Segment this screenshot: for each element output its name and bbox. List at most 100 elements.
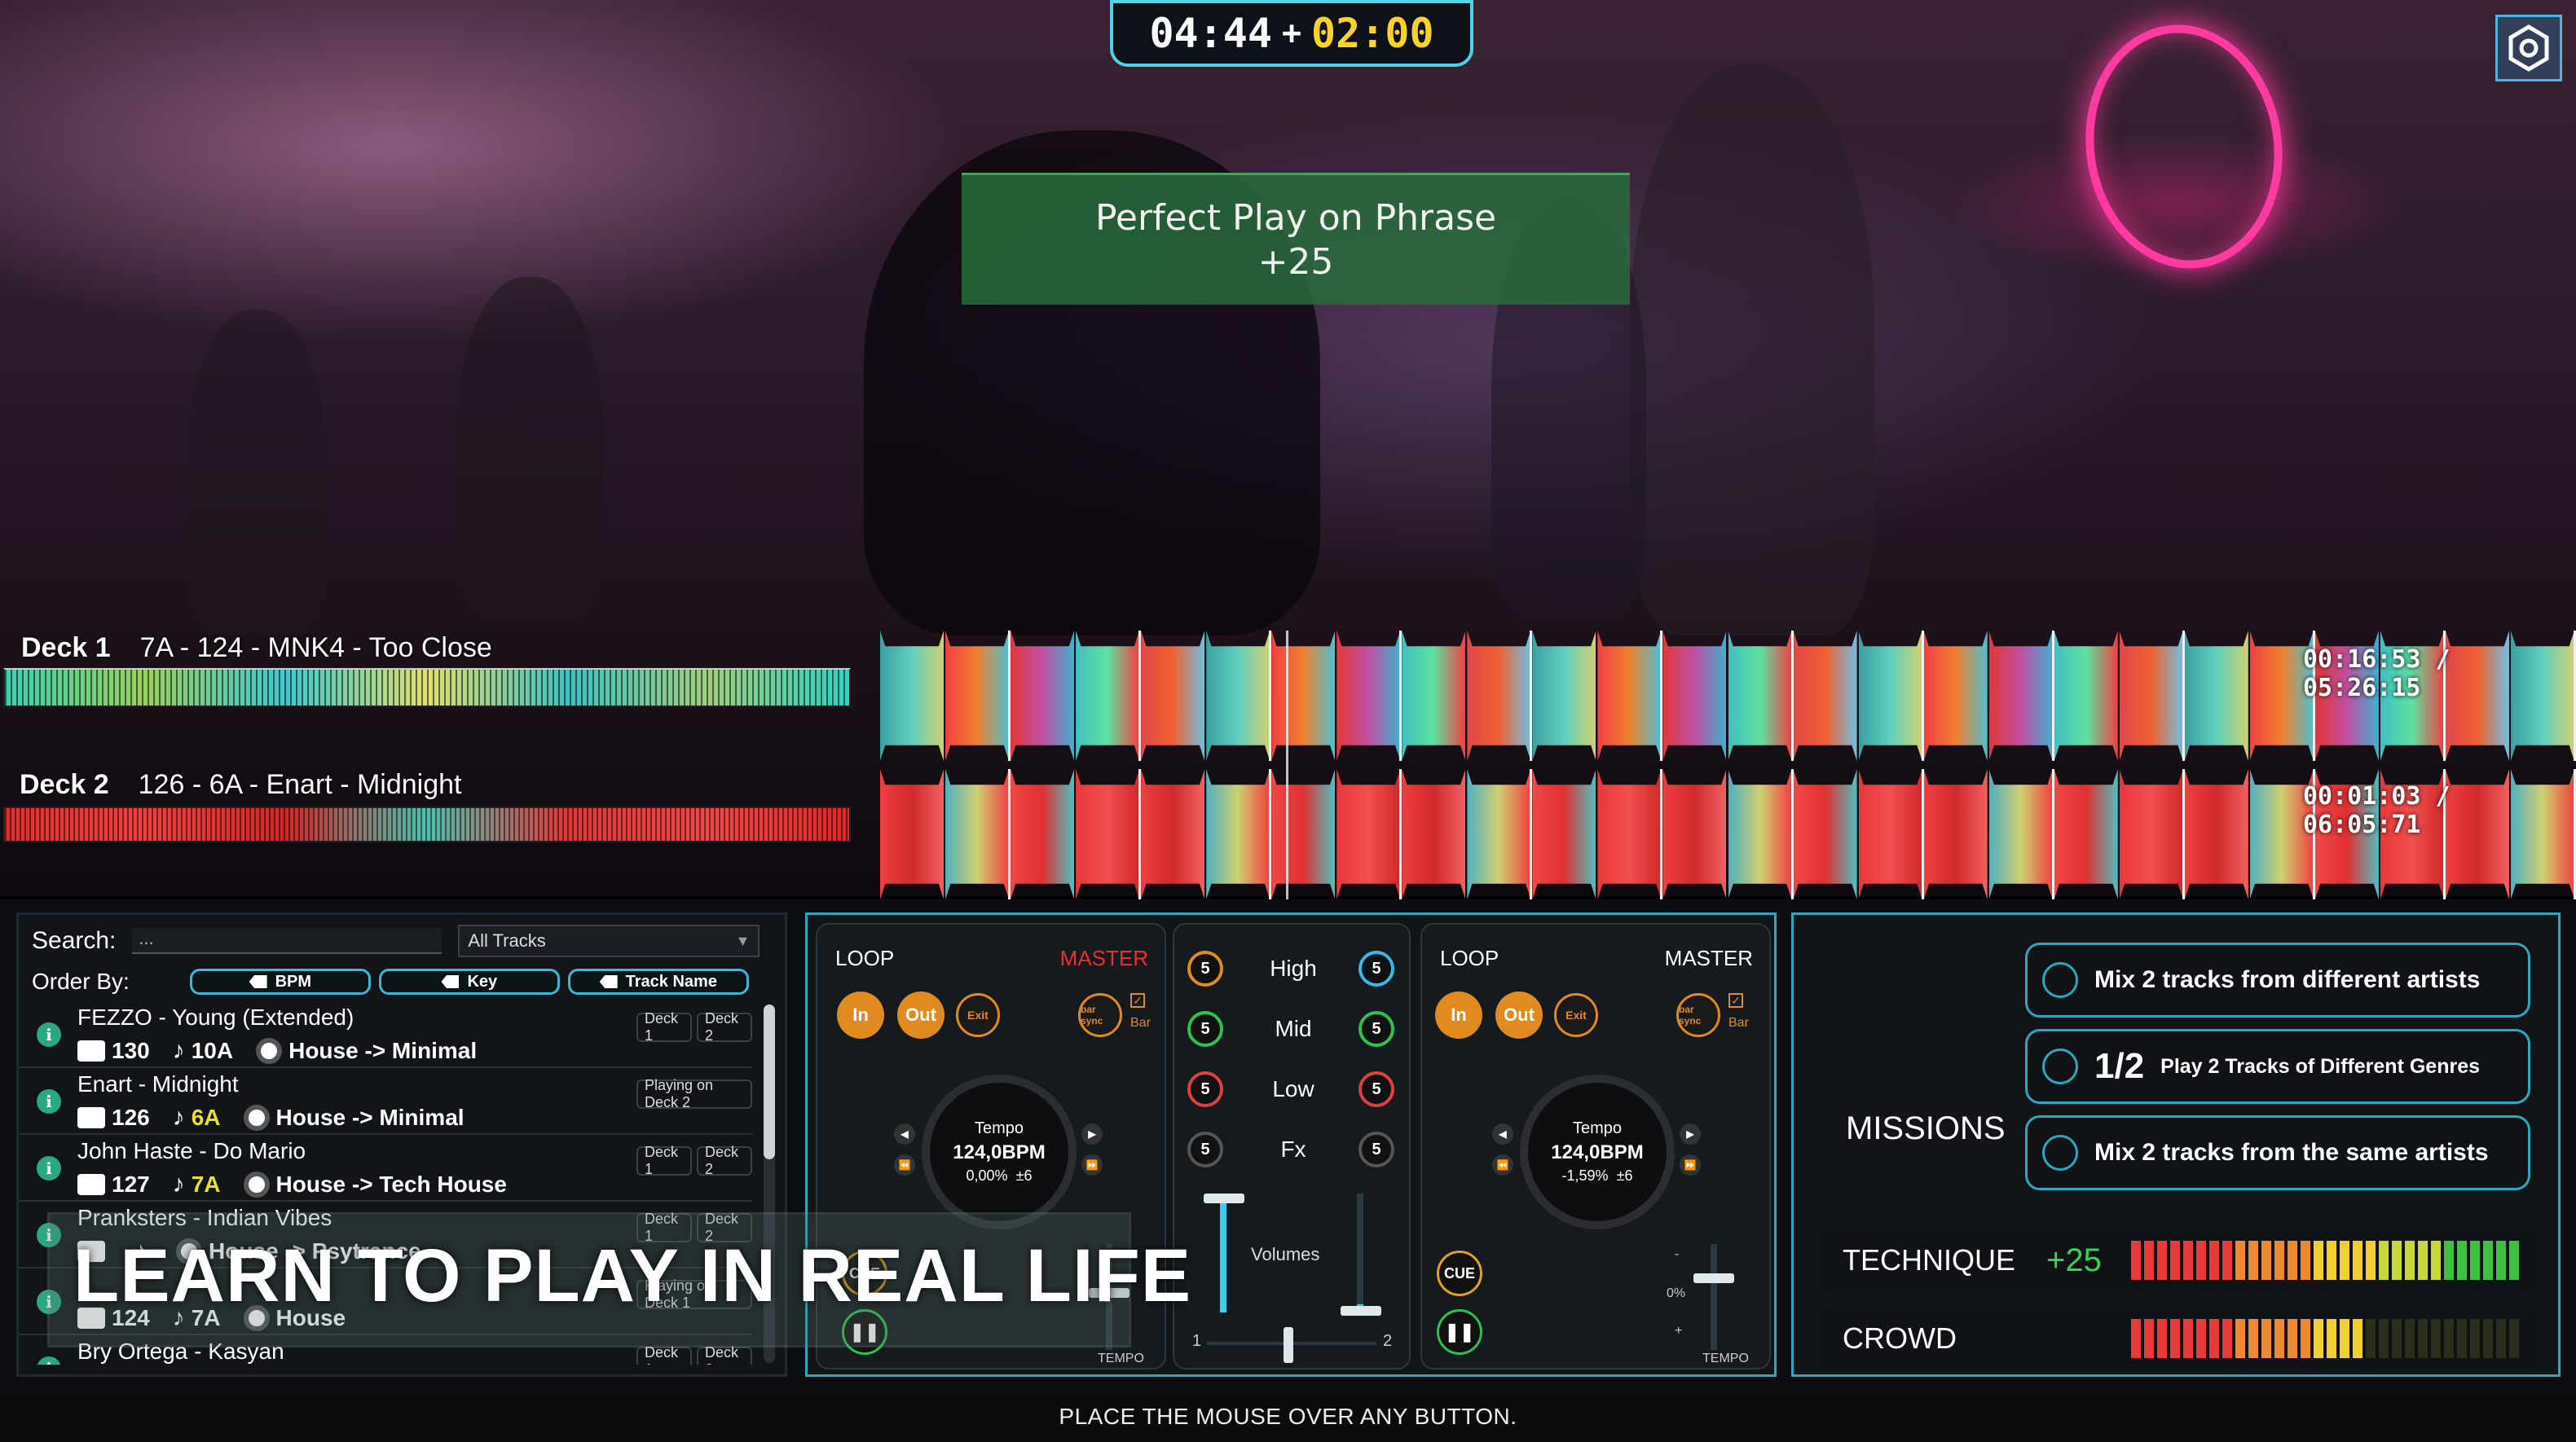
right-fast-forward-icon[interactable]: ⏩ (1680, 1154, 1701, 1176)
deck2-label: Deck 2 (20, 769, 109, 800)
eq-label: Low (1272, 1076, 1314, 1101)
meter-segment (2144, 1241, 2154, 1280)
right-cue-button[interactable]: CUE (1437, 1251, 1482, 1296)
waveform-segment (1206, 769, 1270, 899)
left-eq-knob[interactable]: 5 (1187, 1132, 1223, 1167)
right-bar-sync-button[interactable]: bar sync (1676, 993, 1720, 1037)
right-nudge-back-icon[interactable]: ◀ (1492, 1123, 1513, 1145)
library-scroll-thumb[interactable] (764, 1005, 775, 1159)
technique-row: TECHNIQUE +25 (1821, 1229, 2535, 1291)
meter-segment (2457, 1319, 2467, 1358)
track-filter-select[interactable]: All Tracks ▼ (458, 925, 760, 957)
right-loop-in-button[interactable]: In (1435, 991, 1482, 1039)
match-timer: 04:44 + 02:00 (1110, 0, 1473, 67)
right-jog-wheel[interactable]: Tempo 124,0BPM -1,59% ±6 (1520, 1075, 1675, 1229)
turntable-icon (77, 1040, 105, 1062)
beat-marker (2051, 769, 2054, 899)
waveform-segment (1923, 631, 1988, 761)
beat-marker (1269, 631, 1272, 761)
settings-button[interactable] (2495, 15, 2562, 81)
left-bar-checkbox[interactable]: ✓ (1130, 993, 1145, 1008)
right-master-button[interactable]: MASTER (1665, 946, 1753, 971)
waveform-segment (1988, 769, 2053, 899)
right-eq-knob[interactable]: 5 (1358, 1071, 1394, 1107)
right-eq-knob[interactable]: 5 (1358, 951, 1394, 987)
right-loop-exit-button[interactable]: Exit (1554, 993, 1598, 1037)
meter-segment (2327, 1319, 2336, 1358)
right-tempo-fader[interactable] (1711, 1244, 1717, 1350)
right-volume-knob[interactable] (1341, 1306, 1381, 1316)
meter-segment (2235, 1241, 2245, 1280)
left-loop-in-button[interactable]: In (837, 991, 884, 1039)
mission-item[interactable]: 1/2 Play 2 Tracks of Different Genres (2025, 1029, 2530, 1104)
deck2-overview-waveform[interactable] (3, 807, 851, 842)
left-eq-knob[interactable]: 5 (1187, 951, 1223, 987)
order-key-button[interactable]: Key (378, 969, 560, 995)
left-loop-exit-button[interactable]: Exit (956, 993, 1000, 1037)
meter-segment (2248, 1319, 2258, 1358)
deck-load-button[interactable]: Deck 2 (697, 1144, 752, 1177)
deck-load-button[interactable]: Deck 1 (636, 1344, 692, 1365)
meter-segment (2144, 1319, 2154, 1358)
beat-marker (1008, 769, 1011, 899)
deck-load-button[interactable]: Deck 1 (636, 1010, 692, 1044)
left-fast-forward-icon[interactable]: ⏩ (1081, 1154, 1103, 1176)
order-trackname-button[interactable]: Track Name (567, 969, 749, 995)
left-nudge-forward-icon[interactable]: ▶ (1081, 1123, 1103, 1145)
deck-load-button[interactable]: Playing on Deck 2 (636, 1077, 752, 1110)
left-tempo-fader-label: TEMPO (1098, 1352, 1144, 1365)
search-row: Search: ... All Tracks ▼ (32, 925, 760, 957)
left-volume-knob[interactable] (1204, 1194, 1244, 1203)
left-eq-knob[interactable]: 5 (1187, 1011, 1223, 1047)
waveform-segment (945, 769, 1010, 899)
technique-label: TECHNIQUE (1843, 1243, 2016, 1277)
left-bar-sync-button[interactable]: bar sync (1078, 993, 1122, 1037)
right-volume-fader[interactable] (1357, 1194, 1363, 1312)
right-bar-checkbox[interactable]: ✓ (1728, 993, 1743, 1008)
waveform-segment (1141, 631, 1205, 761)
left-nudge-back-icon[interactable]: ◀ (894, 1123, 915, 1145)
right-tempo-fader-knob[interactable] (1693, 1273, 1734, 1283)
right-eq-knob[interactable]: 5 (1358, 1132, 1394, 1167)
crossfader-knob[interactable] (1284, 1327, 1293, 1363)
track-genre: House -> Tech House (243, 1172, 507, 1198)
left-eq-knob[interactable]: 5 (1187, 1071, 1223, 1107)
info-icon[interactable]: i (37, 1089, 61, 1114)
left-master-button[interactable]: MASTER (1060, 946, 1148, 971)
tag-icon (441, 975, 460, 988)
search-input[interactable]: ... (132, 928, 443, 954)
meter-segment (2327, 1241, 2336, 1280)
meter-segment (2444, 1319, 2454, 1358)
right-rewind-icon[interactable]: ⏪ (1492, 1154, 1513, 1176)
track-row[interactable]: i John Haste - Do Mario 127 ♪ 7A House -> Tec… (19, 1135, 752, 1202)
left-volume-fader[interactable] (1220, 1194, 1226, 1312)
deck-load-button[interactable]: Deck 2 (697, 1010, 752, 1044)
right-eq-knob[interactable]: 5 (1358, 1011, 1394, 1047)
track-row[interactable]: i FEZZO - Young (Extended) 130 ♪ 10A House ->… (19, 1001, 752, 1068)
meter-segment (2366, 1319, 2376, 1358)
deck-load-button[interactable]: Deck 1 (636, 1144, 692, 1177)
deck-load-button[interactable]: Deck 2 (697, 1344, 752, 1365)
left-rewind-icon[interactable]: ⏪ (894, 1154, 915, 1176)
order-bpm-button[interactable]: BPM (189, 969, 371, 995)
meter-segment (2418, 1241, 2428, 1280)
meter-segment (2418, 1319, 2428, 1358)
time-elapsed: 04:44 (1149, 10, 1272, 57)
mission-item[interactable]: Mix 2 tracks from the same artists (2025, 1115, 2530, 1190)
track-row[interactable]: i Enart - Midnight 126 ♪ 6A House -> Minimal P… (19, 1068, 752, 1135)
left-jog-wheel[interactable]: Tempo 124,0BPM 0,00% ±6 (922, 1075, 1077, 1229)
waveform-segment (2119, 769, 2183, 899)
left-loop-out-button[interactable]: Out (897, 991, 945, 1039)
info-icon[interactable]: i (37, 1356, 61, 1365)
mission-item[interactable]: Mix 2 tracks from different artists (2025, 943, 2530, 1018)
phrase-popup: Perfect Play on Phrase +25 (962, 173, 1630, 305)
deck1-overview-waveform[interactable] (3, 668, 851, 707)
waveform-segment (1597, 769, 1662, 899)
right-loop-out-button[interactable]: Out (1495, 991, 1543, 1039)
info-icon[interactable]: i (37, 1156, 61, 1180)
right-nudge-forward-icon[interactable]: ▶ (1680, 1123, 1701, 1145)
right-play-pause-button[interactable]: ❚❚ (1437, 1309, 1482, 1355)
phrase-text: Perfect Play on Phrase (1094, 196, 1497, 239)
info-icon[interactable]: i (37, 1022, 61, 1047)
beat-marker (1269, 769, 1272, 899)
